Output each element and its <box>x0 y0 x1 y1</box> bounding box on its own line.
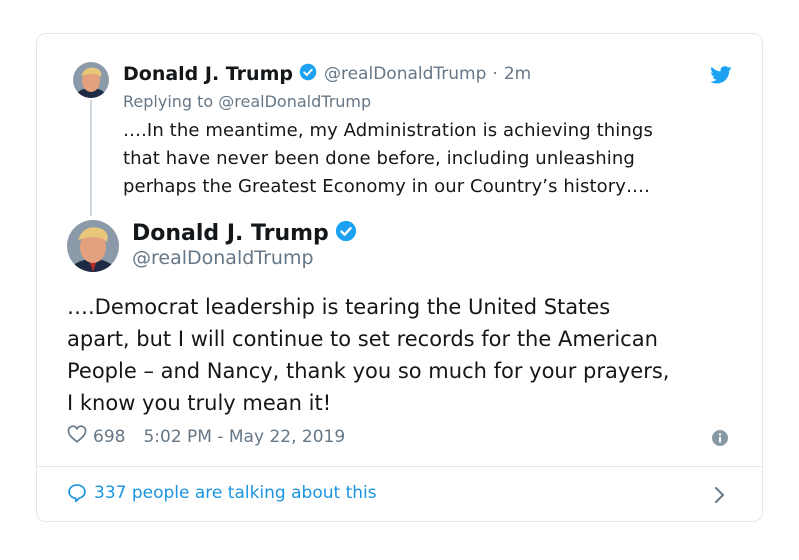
verified-badge-icon <box>299 63 317 85</box>
speech-bubble-icon <box>68 484 86 503</box>
tweet-timestamp[interactable]: 5:02 PM - May 22, 2019 <box>143 427 345 447</box>
main-author-name[interactable]: Donald J. Trump <box>132 221 329 246</box>
main-tweet-text: ….Democrat leadership is tearing the Uni… <box>67 291 747 419</box>
tweet-meta-row: 698 5:02 PM - May 22, 2019 <box>67 425 345 448</box>
main-text-line: I know you truly mean it! <box>67 391 332 415</box>
conversation-link[interactable]: 337 people are talking about this <box>67 483 377 503</box>
parent-author-avatar[interactable] <box>73 62 109 98</box>
card-divider <box>37 466 762 467</box>
main-text-line: ….Democrat leadership is tearing the Uni… <box>67 295 611 319</box>
verified-badge-icon <box>335 220 357 246</box>
parent-tweet-time[interactable]: 2m <box>504 64 531 84</box>
main-tweet-header: Donald J. Trump <box>132 220 357 246</box>
main-text-line: apart, but I will continue to set record… <box>67 327 658 351</box>
parent-text-line: that have never been done before, includ… <box>123 148 635 169</box>
heart-icon[interactable] <box>67 425 87 448</box>
separator-dot: · <box>492 64 498 84</box>
chevron-right-icon[interactable] <box>714 486 726 508</box>
like-count[interactable]: 698 <box>93 427 125 447</box>
twitter-bird-icon[interactable] <box>710 66 732 88</box>
thread-connector-line <box>90 100 92 216</box>
parent-tweet-text: ….In the meantime, my Administration is … <box>123 117 753 201</box>
main-author-avatar[interactable] <box>67 220 119 272</box>
parent-author-handle[interactable]: @realDonaldTrump <box>324 64 486 84</box>
conversation-label[interactable]: 337 people are talking about this <box>94 483 377 503</box>
embedded-tweet-card: Donald J. Trump @realDonaldTrump · 2m Re… <box>36 33 763 522</box>
parent-author-name[interactable]: Donald J. Trump <box>123 63 293 85</box>
main-author-handle[interactable]: @realDonaldTrump <box>132 247 314 269</box>
replying-to-label[interactable]: Replying to @realDonaldTrump <box>123 92 371 111</box>
parent-text-line: ….In the meantime, my Administration is … <box>123 120 653 141</box>
main-text-line: People – and Nancy, thank you so much fo… <box>67 359 670 383</box>
info-icon[interactable] <box>712 430 728 450</box>
parent-text-line: perhaps the Greatest Economy in our Coun… <box>123 176 650 197</box>
parent-tweet-header: Donald J. Trump @realDonaldTrump · 2m <box>123 62 531 86</box>
